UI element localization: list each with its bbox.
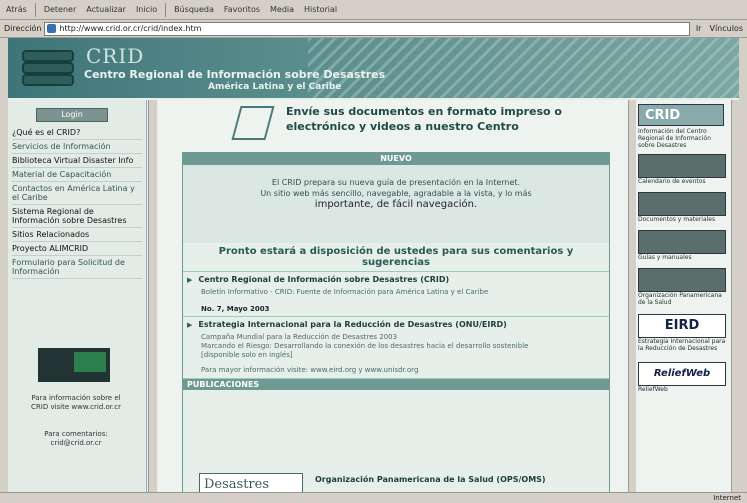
thumb-caption[interactable]: Guías y manuales — [638, 254, 728, 261]
address-bar: Dirección http://www.crid.or.cr/crid/ind… — [0, 20, 747, 38]
sidebar-item[interactable]: Sistema Regional de Información sobre De… — [12, 205, 142, 228]
promo-banner[interactable] — [38, 348, 110, 382]
banner-subtitle: América Latina y el Caribe — [208, 82, 342, 92]
nuevo-header: NUEVO — [183, 153, 609, 165]
crid-thumbnail[interactable]: CRID — [638, 104, 724, 126]
publications-header: PUBLICACIONES — [183, 379, 609, 390]
left-sidebar: Login ¿Qué es el CRID? Servicios de Info… — [8, 100, 147, 492]
news-item-text: [disponible solo en inglés] — [201, 351, 293, 359]
browser-toolbar: Atrás Detener Actualizar Inicio Búsqueda… — [0, 0, 747, 20]
news-item-text: Campaña Mundial para la Reducción de Des… — [201, 333, 398, 341]
sidebar-menu: ¿Qué es el CRID? Servicios de Informació… — [12, 126, 142, 279]
envio-heading[interactable]: Envíe sus documentos en formato impreso … — [286, 104, 616, 134]
url-text: http://www.crid.or.cr/crid/index.htm — [59, 23, 202, 33]
thumbnail[interactable] — [638, 154, 726, 178]
reliefweb-logo[interactable]: ReliefWeb — [638, 362, 726, 386]
ops-link[interactable]: Organización Panamericana de la Salud (O… — [315, 475, 546, 484]
refresh-button[interactable]: Actualizar — [84, 4, 128, 15]
login-button[interactable]: Login — [36, 108, 108, 122]
toolbar-separator — [165, 2, 167, 17]
nuevo-body: El CRID prepara su nueva guía de present… — [183, 165, 609, 243]
right-scrollbar[interactable] — [731, 100, 739, 492]
news-item-link[interactable]: Para mayor información visite: www.eird.… — [201, 366, 603, 375]
news-item-link[interactable]: Boletín Informativo - CRID: Fuente de In… — [201, 288, 603, 297]
nuevo-line: importante, de fácil navegación. — [314, 199, 478, 210]
sidebar-item[interactable]: Sitios Relacionados — [12, 228, 142, 242]
news-item-text: Marcando el Riesgo: Desarrollando la con… — [201, 342, 529, 350]
sidebar-item[interactable]: Biblioteca Virtual Disaster Info — [12, 154, 142, 168]
history-button[interactable]: Historial — [302, 4, 339, 15]
thumb-caption[interactable]: Calendario de eventos — [638, 178, 728, 185]
banner-title: Centro Regional de Información sobre Des… — [84, 68, 386, 81]
document-icon — [231, 106, 275, 140]
toolbar-separator — [34, 2, 36, 17]
sidebar-item[interactable]: Contactos en América Latina y el Caribe — [12, 182, 142, 205]
back-button[interactable]: Atrás — [4, 4, 29, 15]
news-item: Centro Regional de Información sobre Des… — [183, 272, 609, 317]
thumbnail[interactable] — [638, 230, 726, 254]
web-page: CRID Centro Regional de Información sobr… — [8, 38, 739, 492]
search-button[interactable]: Búsqueda — [172, 4, 216, 15]
nuevo-line: El CRID prepara su nueva guía de present… — [271, 178, 521, 187]
thumb-caption[interactable]: Organización Panamericana de la Salud — [638, 292, 728, 306]
thumbnail[interactable] — [638, 192, 726, 216]
url-input[interactable]: http://www.crid.or.cr/crid/index.htm — [44, 21, 690, 36]
pronto-text: Pronto estará a disposición de ustedes p… — [183, 243, 609, 272]
news-item-date: No. 7, Mayo 2003 — [201, 305, 270, 313]
desastres-logo[interactable]: Desastres — [199, 473, 303, 492]
right-sidebar: CRID Información del Centro Regional de … — [636, 100, 731, 492]
thumb-caption[interactable]: ReliefWeb — [638, 386, 728, 393]
thumb-caption[interactable]: Documentos y materiales — [638, 216, 728, 223]
left-scrollbar[interactable] — [148, 100, 157, 492]
eird-logo[interactable]: EIRD — [638, 314, 726, 338]
sidebar-item[interactable]: ¿Qué es el CRID? — [12, 126, 142, 140]
sidebar-item[interactable]: Proyecto ALIMCRID — [12, 242, 142, 256]
thumbnail[interactable] — [638, 268, 726, 292]
favorites-button[interactable]: Favoritos — [222, 4, 262, 15]
go-button[interactable]: Ir — [696, 24, 702, 33]
thumb-caption[interactable]: Información del Centro Regional de Infor… — [638, 128, 728, 149]
sidebar-item[interactable]: Servicios de Información — [12, 140, 142, 154]
news-item-title[interactable]: Centro Regional de Información sobre Des… — [187, 275, 603, 284]
status-bar: Internet — [0, 492, 747, 503]
home-button[interactable]: Inicio — [134, 4, 159, 15]
news-item: Estrategia Internacional para la Reducci… — [183, 317, 609, 379]
stop-button[interactable]: Detener — [42, 4, 78, 15]
comment-note: Para comentarios: crid@crid.or.cr — [44, 430, 108, 447]
main-content: Envíe sus documentos en formato impreso … — [158, 100, 628, 492]
ie-page-icon — [47, 23, 57, 33]
sidebar-item[interactable]: Formulario para Solicitud de Información — [12, 256, 142, 279]
info-note: Para información sobre el CRID visite ww… — [31, 394, 121, 411]
news-box: NUEVO El CRID prepara su nueva guía de p… — [182, 152, 610, 492]
media-button[interactable]: Media — [268, 4, 296, 15]
logo-text: CRID — [86, 44, 145, 68]
thumb-caption[interactable]: Estrategia Internacional para la Reducci… — [638, 338, 728, 352]
address-label: Dirección — [4, 24, 42, 33]
site-banner: CRID Centro Regional de Información sobr… — [8, 38, 739, 98]
links-button[interactable]: Vínculos — [709, 24, 743, 33]
books-logo-icon — [22, 50, 74, 86]
nuevo-line: Un sitio web más sencillo, navegable, ag… — [260, 189, 532, 198]
sidebar-item[interactable]: Material de Capacitación — [12, 168, 142, 182]
news-item-title[interactable]: Estrategia Internacional para la Reducci… — [187, 320, 603, 329]
